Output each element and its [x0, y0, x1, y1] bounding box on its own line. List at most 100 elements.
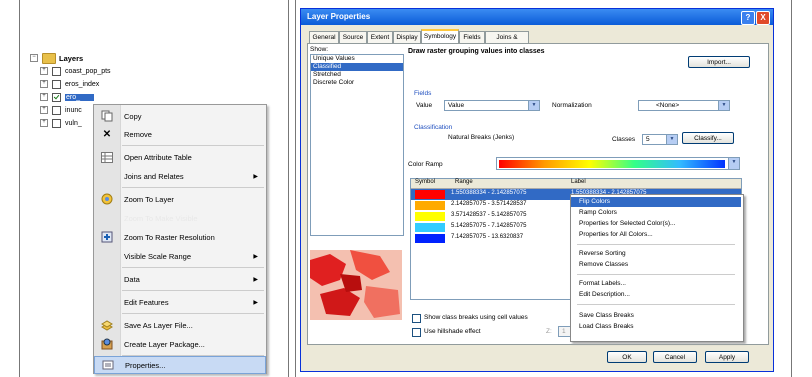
layer-label: eros_index [65, 80, 100, 88]
menu-item-open-attribute-table[interactable]: Open Attribute Table [94, 148, 266, 166]
layer-checkbox[interactable] [52, 92, 61, 102]
show-item[interactable]: Discrete Color [311, 79, 403, 87]
expand-icon[interactable]: + [40, 93, 48, 101]
class-color-swatch[interactable] [415, 212, 445, 221]
menu-item-copy[interactable]: Copy [94, 107, 266, 125]
normalization-select[interactable]: <None> ▼ [638, 100, 730, 111]
expand-icon[interactable]: + [40, 106, 48, 114]
menu-item-edit-description[interactable]: Edit Description... [571, 290, 741, 300]
tab-source[interactable]: Source [339, 31, 367, 43]
class-color-swatch[interactable] [415, 234, 445, 243]
expand-icon[interactable]: + [40, 119, 48, 127]
menu-separator [122, 187, 264, 188]
submenu-arrow-icon: ▶ [253, 299, 258, 306]
menu-item-joins-relates[interactable]: Joins and Relates ▶ [94, 167, 266, 185]
menu-item-zoom-to-make-visible[interactable]: Zoom To Make Visible [94, 209, 266, 227]
color-ramp-select[interactable]: ▼ [496, 157, 740, 170]
show-item[interactable]: Unique Values [311, 55, 403, 63]
show-breaks-checkbox[interactable] [412, 314, 421, 323]
classify-button[interactable]: Classify... [682, 132, 734, 144]
menu-separator [122, 267, 264, 268]
menu-item-format-labels[interactable]: Format Labels... [571, 279, 741, 289]
value-field-select[interactable]: Value ▼ [444, 100, 540, 111]
apply-button[interactable]: Apply [705, 351, 749, 363]
menu-item-properties-selected[interactable]: Properties for Selected Color(s)... [571, 219, 741, 229]
help-icon[interactable]: ? [741, 11, 755, 25]
menu-item-visible-scale-range[interactable]: Visible Scale Range ▶ [94, 247, 266, 265]
tab-joins-relates[interactable]: Joins & Relates [485, 31, 529, 53]
raster-preview-image [310, 250, 402, 320]
properties-icon [95, 359, 121, 371]
class-color-swatch[interactable] [415, 190, 445, 199]
col-label[interactable]: Label [571, 179, 586, 185]
chevron-down-icon: ▼ [718, 101, 729, 110]
layer-checkbox[interactable] [52, 118, 61, 128]
menu-item-create-layer-package[interactable]: Create Layer Package... [94, 335, 266, 353]
layer-row[interactable]: + inunc [40, 104, 82, 116]
show-item[interactable]: Stretched [311, 71, 403, 79]
menu-item-properties[interactable]: Properties... [94, 356, 266, 374]
layer-checkbox[interactable] [52, 105, 61, 115]
expand-icon[interactable]: + [40, 80, 48, 88]
menu-item-reverse-sorting[interactable]: Reverse Sorting [571, 249, 741, 259]
col-symbol[interactable]: Symbol [415, 179, 435, 185]
tab-fields[interactable]: Fields [459, 31, 485, 43]
menu-item-remove-classes[interactable]: Remove Classes [571, 260, 741, 270]
menu-item-ramp-colors[interactable]: Ramp Colors [571, 208, 741, 218]
zoom-raster-icon [94, 231, 120, 243]
menu-item-properties-all[interactable]: Properties for All Colors... [571, 230, 741, 240]
submenu-arrow-icon: ▶ [253, 276, 258, 283]
menu-item-data[interactable]: Data ▶ [94, 270, 266, 288]
menu-item-remove[interactable]: ✕ Remove [94, 125, 266, 143]
menu-item-zoom-raster-resolution[interactable]: Zoom To Raster Resolution [94, 228, 266, 246]
menu-item-zoom-to-layer[interactable]: Zoom To Layer [94, 190, 266, 208]
normalization-label: Normalization [552, 102, 592, 109]
tab-display[interactable]: Display [393, 31, 421, 43]
menu-separator [122, 290, 264, 291]
import-button[interactable]: Import... [688, 56, 750, 68]
color-ramp-swatch [499, 160, 725, 168]
ok-button[interactable]: OK [607, 351, 647, 363]
classes-select[interactable]: 5 ▼ [642, 134, 678, 145]
layer-checkbox[interactable] [52, 79, 61, 89]
tab-extent[interactable]: Extent [367, 31, 393, 43]
chevron-down-icon: ▼ [728, 158, 739, 169]
layer-row[interactable]: + eros_index [40, 78, 99, 90]
show-list[interactable]: Unique Values Classified Stretched Discr… [310, 54, 404, 236]
menu-item-flip-colors[interactable]: Flip Colors [571, 197, 741, 207]
class-color-swatch[interactable] [415, 223, 445, 232]
classification-label: Classification [414, 124, 453, 131]
show-breaks-label: Show class breaks using cell values [424, 314, 528, 321]
col-range[interactable]: Range [455, 179, 473, 185]
show-label: Show: [310, 46, 329, 53]
layer-context-menu: Copy ✕ Remove Open Attribute Table Joins… [93, 104, 267, 374]
close-icon[interactable]: X [756, 11, 770, 25]
tab-symbology[interactable]: Symbology [421, 29, 459, 43]
layer-row[interactable]: + vuln_ [40, 117, 82, 129]
layer-checkbox[interactable] [52, 66, 61, 76]
expand-icon[interactable]: + [40, 67, 48, 75]
toc-root[interactable]: − Layers [30, 52, 83, 64]
layer-row[interactable]: + coast_pop_pts [40, 65, 111, 77]
class-table-header: Symbol Range Label [411, 179, 741, 189]
layer-label: ero_ [65, 93, 95, 101]
dialog-title: Layer Properties [307, 12, 371, 21]
show-item-selected[interactable]: Classified [311, 63, 403, 71]
menu-separator [577, 244, 735, 245]
menu-item-edit-features[interactable]: Edit Features ▶ [94, 293, 266, 311]
hillshade-checkbox[interactable] [412, 328, 421, 337]
menu-item-load-class-breaks[interactable]: Load Class Breaks [571, 322, 741, 332]
collapse-icon[interactable]: − [30, 54, 38, 62]
layer-package-icon [94, 338, 120, 350]
menu-item-save-layer-file[interactable]: Save As Layer File... [94, 316, 266, 334]
class-color-swatch[interactable] [415, 201, 445, 210]
class-range: 7.142857075 - 13.6320837 [451, 234, 524, 240]
table-icon [94, 151, 120, 163]
layer-row-selected[interactable]: + ero_ [40, 91, 95, 103]
submenu-arrow-icon: ▶ [253, 173, 258, 180]
menu-separator [122, 313, 264, 314]
tab-general[interactable]: General [309, 31, 339, 43]
menu-item-save-class-breaks[interactable]: Save Class Breaks [571, 311, 741, 321]
cancel-button[interactable]: Cancel [653, 351, 697, 363]
toc-root-label: Layers [59, 53, 84, 63]
